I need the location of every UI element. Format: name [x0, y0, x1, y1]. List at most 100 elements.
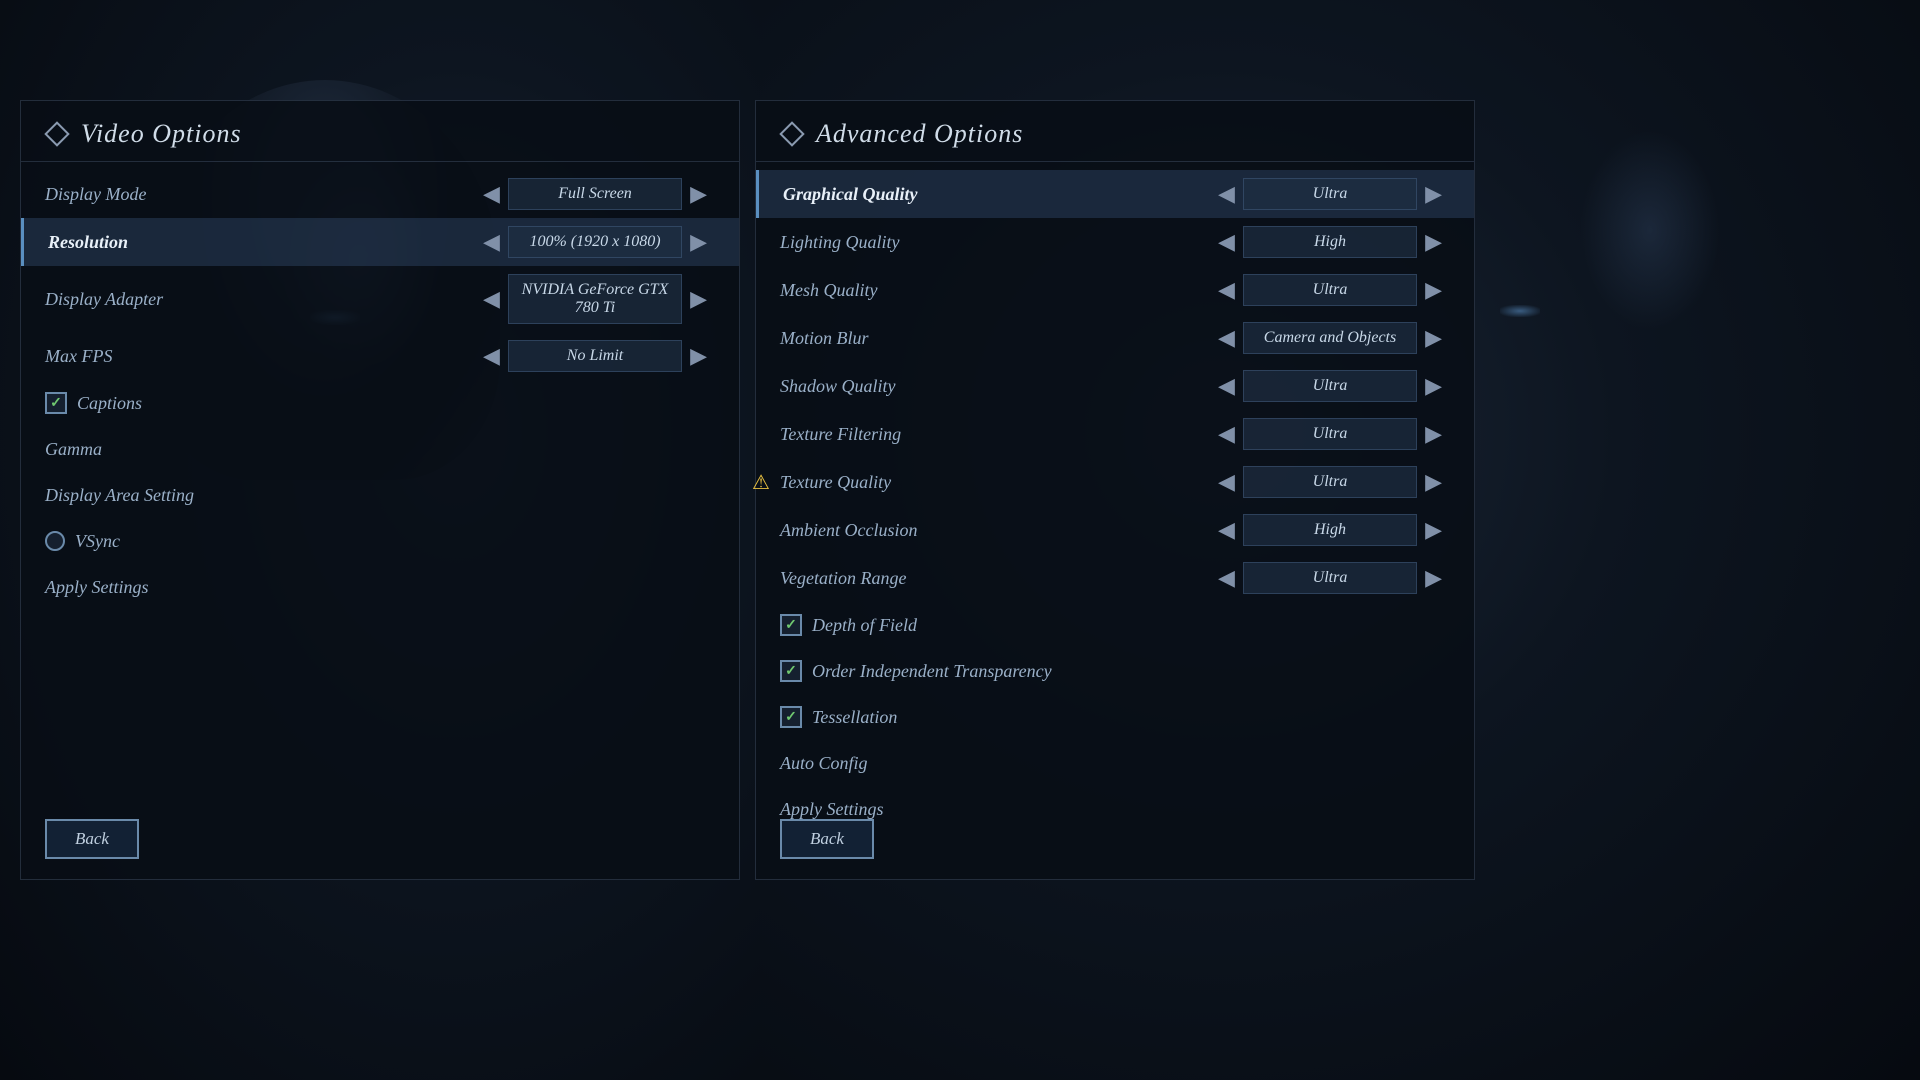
setting-row-depth-of-field[interactable]: Depth of Field	[756, 602, 1474, 648]
selector-resolution: ◀100% (1920 x 1080)▶	[475, 226, 715, 258]
arrow-left-shadow-quality[interactable]: ◀	[1210, 371, 1243, 401]
arrow-left-lighting-quality[interactable]: ◀	[1210, 227, 1243, 257]
arrow-left-ambient-occlusion[interactable]: ◀	[1210, 515, 1243, 545]
arrow-left-max-fps[interactable]: ◀	[475, 341, 508, 371]
arrow-right-shadow-quality[interactable]: ▶	[1417, 371, 1450, 401]
selector-value-lighting-quality: High	[1243, 226, 1417, 258]
arrow-right-texture-filtering[interactable]: ▶	[1417, 419, 1450, 449]
back-button-right[interactable]: Back	[780, 819, 874, 859]
face-highlight-right	[1580, 130, 1720, 330]
checkbox-depth-of-field[interactable]	[780, 614, 802, 636]
setting-row-display-mode[interactable]: Display Mode◀Full Screen▶	[21, 170, 739, 218]
checkbox-tessellation[interactable]	[780, 706, 802, 728]
arrow-right-max-fps[interactable]: ▶	[682, 341, 715, 371]
radio-vsync[interactable]	[45, 531, 65, 551]
selector-graphical-quality: ◀Ultra▶	[1210, 178, 1450, 210]
setting-label-captions: Captions	[77, 393, 715, 414]
checkbox-order-transparency[interactable]	[780, 660, 802, 682]
arrow-right-mesh-quality[interactable]: ▶	[1417, 275, 1450, 305]
setting-row-motion-blur[interactable]: Motion Blur◀Camera and Objects▶	[756, 314, 1474, 362]
selector-value-shadow-quality: Ultra	[1243, 370, 1417, 402]
arrow-left-resolution[interactable]: ◀	[475, 227, 508, 257]
setting-label-lighting-quality: Lighting Quality	[780, 232, 1210, 253]
video-options-panel: Video Options Display Mode◀Full Screen▶R…	[20, 100, 740, 880]
arrow-right-display-mode[interactable]: ▶	[682, 179, 715, 209]
setting-row-display-area[interactable]: Display Area Setting	[21, 472, 739, 518]
advanced-options-header: Advanced Options	[756, 101, 1474, 162]
setting-row-display-adapter[interactable]: Display Adapter◀NVIDIA GeForce GTX 780 T…	[21, 266, 739, 332]
selector-shadow-quality: ◀Ultra▶	[1210, 370, 1450, 402]
setting-label-texture-filtering: Texture Filtering	[780, 424, 1210, 445]
setting-row-shadow-quality[interactable]: Shadow Quality◀Ultra▶	[756, 362, 1474, 410]
setting-row-gamma[interactable]: Gamma	[21, 426, 739, 472]
arrow-left-mesh-quality[interactable]: ◀	[1210, 275, 1243, 305]
setting-row-texture-quality[interactable]: Texture Quality◀Ultra▶	[756, 458, 1474, 506]
selector-vegetation-range: ◀Ultra▶	[1210, 562, 1450, 594]
arrow-right-lighting-quality[interactable]: ▶	[1417, 227, 1450, 257]
setting-label-display-adapter: Display Adapter	[45, 289, 475, 310]
arrow-left-texture-filtering[interactable]: ◀	[1210, 419, 1243, 449]
setting-label-display-area: Display Area Setting	[45, 485, 715, 506]
setting-row-vsync[interactable]: VSync	[21, 518, 739, 564]
setting-label-vsync: VSync	[75, 531, 715, 552]
arrow-right-resolution[interactable]: ▶	[682, 227, 715, 257]
setting-row-lighting-quality[interactable]: Lighting Quality◀High▶	[756, 218, 1474, 266]
selector-ambient-occlusion: ◀High▶	[1210, 514, 1450, 546]
setting-row-tessellation[interactable]: Tessellation	[756, 694, 1474, 740]
arrow-left-display-adapter[interactable]: ◀	[475, 284, 508, 314]
video-settings-list: Display Mode◀Full Screen▶Resolution◀100%…	[21, 162, 739, 618]
setting-row-apply-left[interactable]: Apply Settings	[21, 564, 739, 610]
setting-label-tessellation: Tessellation	[812, 707, 1450, 728]
arrow-right-graphical-quality[interactable]: ▶	[1417, 179, 1450, 209]
selector-value-display-adapter: NVIDIA GeForce GTX 780 Ti	[508, 274, 682, 324]
checkbox-captions[interactable]	[45, 392, 67, 414]
selector-display-mode: ◀Full Screen▶	[475, 178, 715, 210]
selector-value-texture-filtering: Ultra	[1243, 418, 1417, 450]
arrow-left-texture-quality[interactable]: ◀	[1210, 467, 1243, 497]
arrow-right-motion-blur[interactable]: ▶	[1417, 323, 1450, 353]
arrow-right-vegetation-range[interactable]: ▶	[1417, 563, 1450, 593]
selector-value-motion-blur: Camera and Objects	[1243, 322, 1417, 354]
arrow-right-texture-quality[interactable]: ▶	[1417, 467, 1450, 497]
advanced-settings-list: Graphical Quality◀Ultra▶Lighting Quality…	[756, 162, 1474, 840]
advanced-options-title: Advanced Options	[816, 119, 1023, 149]
arrow-left-display-mode[interactable]: ◀	[475, 179, 508, 209]
arrow-right-ambient-occlusion[interactable]: ▶	[1417, 515, 1450, 545]
setting-row-graphical-quality[interactable]: Graphical Quality◀Ultra▶	[756, 170, 1474, 218]
selector-value-vegetation-range: Ultra	[1243, 562, 1417, 594]
setting-row-mesh-quality[interactable]: Mesh Quality◀Ultra▶	[756, 266, 1474, 314]
arrow-left-vegetation-range[interactable]: ◀	[1210, 563, 1243, 593]
setting-row-resolution[interactable]: Resolution◀100% (1920 x 1080)▶	[21, 218, 739, 266]
setting-label-mesh-quality: Mesh Quality	[780, 280, 1210, 301]
arrow-left-graphical-quality[interactable]: ◀	[1210, 179, 1243, 209]
selector-value-max-fps: No Limit	[508, 340, 682, 372]
selector-value-resolution: 100% (1920 x 1080)	[508, 226, 682, 258]
warning-icon-texture-quality	[746, 467, 776, 497]
back-button-left[interactable]: Back	[45, 819, 139, 859]
selector-max-fps: ◀No Limit▶	[475, 340, 715, 372]
setting-label-depth-of-field: Depth of Field	[812, 615, 1450, 636]
setting-label-vegetation-range: Vegetation Range	[780, 568, 1210, 589]
arrow-left-motion-blur[interactable]: ◀	[1210, 323, 1243, 353]
selector-value-texture-quality: Ultra	[1243, 466, 1417, 498]
diamond-icon-right	[780, 122, 804, 146]
selector-mesh-quality: ◀Ultra▶	[1210, 274, 1450, 306]
arrow-right-display-adapter[interactable]: ▶	[682, 284, 715, 314]
setting-label-gamma: Gamma	[45, 439, 715, 460]
setting-row-texture-filtering[interactable]: Texture Filtering◀Ultra▶	[756, 410, 1474, 458]
eye-glow-right	[1500, 305, 1540, 317]
setting-label-display-mode: Display Mode	[45, 184, 475, 205]
setting-row-ambient-occlusion[interactable]: Ambient Occlusion◀High▶	[756, 506, 1474, 554]
selector-texture-quality: ◀Ultra▶	[1210, 466, 1450, 498]
setting-label-apply-left: Apply Settings	[45, 577, 715, 598]
setting-row-captions[interactable]: Captions	[21, 380, 739, 426]
setting-row-max-fps[interactable]: Max FPS◀No Limit▶	[21, 332, 739, 380]
setting-label-order-transparency: Order Independent Transparency	[812, 661, 1450, 682]
setting-label-texture-quality: Texture Quality	[780, 472, 1210, 493]
setting-label-auto-config: Auto Config	[780, 753, 1450, 774]
setting-row-auto-config[interactable]: Auto Config	[756, 740, 1474, 786]
setting-row-vegetation-range[interactable]: Vegetation Range◀Ultra▶	[756, 554, 1474, 602]
setting-label-motion-blur: Motion Blur	[780, 328, 1210, 349]
selector-value-ambient-occlusion: High	[1243, 514, 1417, 546]
setting-row-order-transparency[interactable]: Order Independent Transparency	[756, 648, 1474, 694]
